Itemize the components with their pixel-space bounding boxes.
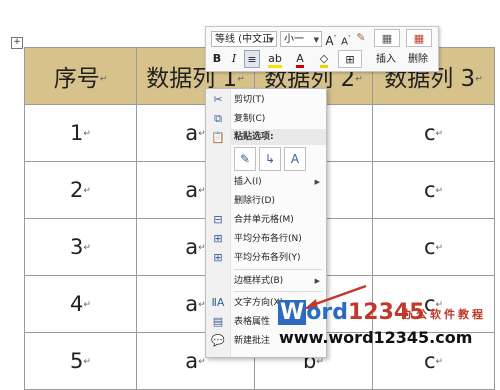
highlight-button[interactable]: ab (264, 50, 286, 68)
font-size-value: 小一 (284, 34, 304, 45)
border-icon: ⊞ (345, 53, 355, 66)
table-header-cell[interactable]: 序号↵ (24, 47, 137, 105)
insert-button[interactable]: 插入 (374, 51, 398, 69)
italic-button[interactable]: I (228, 50, 240, 68)
table-cell[interactable]: c↵ (372, 161, 495, 219)
menu-item-distribute-cols[interactable]: ⊞ 平均分布各列(Y) (206, 249, 326, 267)
submenu-arrow-icon: ▶ (314, 178, 320, 186)
bold-button[interactable]: B (210, 50, 224, 68)
table-delete-icon: ▦ (413, 32, 425, 45)
menu-item-insert[interactable]: 插入(I) ▶ (206, 173, 326, 191)
paste-merge-button[interactable]: ↳ (259, 147, 281, 171)
font-name-dropdown[interactable]: 等线 (中文正 ▼ (211, 31, 277, 47)
align-center-button[interactable]: ≡ (244, 50, 260, 68)
watermark-url: www.word12345.com (279, 328, 473, 347)
table-cell[interactable]: 5↵ (24, 332, 137, 390)
menu-item-copy[interactable]: ⧉ 复制(C) (206, 110, 326, 128)
paste-format-icon: ✎ (239, 152, 251, 166)
format-painter-button[interactable]: ✎ (354, 29, 368, 47)
text-direction-icon: ⅡA (211, 296, 225, 309)
distribute-cols-icon: ⊞ (213, 251, 223, 264)
paste-text-only-button[interactable]: A (284, 147, 306, 171)
mini-toolbar: 等线 (中文正 ▼ 小一 ▼ A˄ A˅ ✎ ▦ ▦ B I ≡ ab A ◇ … (205, 26, 439, 72)
shrink-font-button[interactable]: A˅ (340, 30, 352, 48)
document-page: + 序号↵ 数据列 1↵ 数据列 2↵ 数据列 3↵ 1↵ a↵ b↵ c↵ 2… (0, 0, 500, 390)
highlighter-icon: ab (268, 52, 282, 68)
paste-options-header: 粘贴选项: (230, 129, 326, 145)
grow-font-button[interactable]: A˄ (325, 30, 337, 48)
font-name-value: 等线 (中文正 (215, 34, 273, 45)
menu-item-distribute-rows[interactable]: ⊞ 平均分布各行(N) (206, 230, 326, 248)
delete-table-button[interactable]: ▦ (406, 29, 432, 47)
table-cell[interactable]: c↵ (372, 218, 495, 276)
menu-item-cut[interactable]: ✂ 剪切(T) (206, 91, 326, 109)
menu-separator (234, 269, 322, 270)
font-size-dropdown[interactable]: 小一 ▼ (280, 31, 322, 47)
table-cell[interactable]: 1↵ (24, 104, 137, 162)
menu-item-delete-row[interactable]: 删除行(D) (206, 192, 326, 210)
paste-text-icon: A (290, 152, 300, 166)
align-center-icon: ≡ (247, 53, 257, 66)
brush-icon: ✎ (356, 31, 366, 44)
paste-merge-icon: ↳ (264, 152, 276, 166)
comment-icon: 💬 (211, 334, 225, 347)
table-cell[interactable]: 2↵ (24, 161, 137, 219)
chevron-down-icon: ▼ (268, 36, 274, 44)
font-color-button[interactable]: A (290, 50, 310, 68)
table-cell[interactable]: 3↵ (24, 218, 137, 276)
paste-icon: 📋 (211, 131, 225, 144)
table-cell[interactable]: 4↵ (24, 275, 137, 333)
distribute-rows-icon: ⊞ (213, 232, 223, 245)
borders-button[interactable]: ⊞ (338, 50, 362, 68)
copy-icon: ⧉ (214, 112, 222, 125)
table-cell[interactable]: c↵ (372, 104, 495, 162)
table-grid-icon: ▦ (381, 32, 393, 45)
table-style-button[interactable]: ▦ (374, 29, 400, 47)
merge-cells-icon: ⊟ (213, 213, 223, 226)
delete-button[interactable]: 删除 (406, 51, 430, 69)
shading-button[interactable]: ◇ (314, 50, 334, 68)
table-move-handle[interactable]: + (11, 37, 23, 49)
menu-item-merge-cells[interactable]: ⊟ 合并单元格(M) (206, 211, 326, 229)
paste-keep-formatting-button[interactable]: ✎ (234, 147, 256, 171)
scissors-icon: ✂ (213, 93, 223, 106)
chevron-down-icon: ▼ (313, 36, 319, 44)
table-properties-icon: ▤ (212, 315, 224, 328)
paint-bucket-icon: ◇ (319, 52, 329, 68)
watermark-tagline: 办公软件教程 (402, 308, 486, 321)
